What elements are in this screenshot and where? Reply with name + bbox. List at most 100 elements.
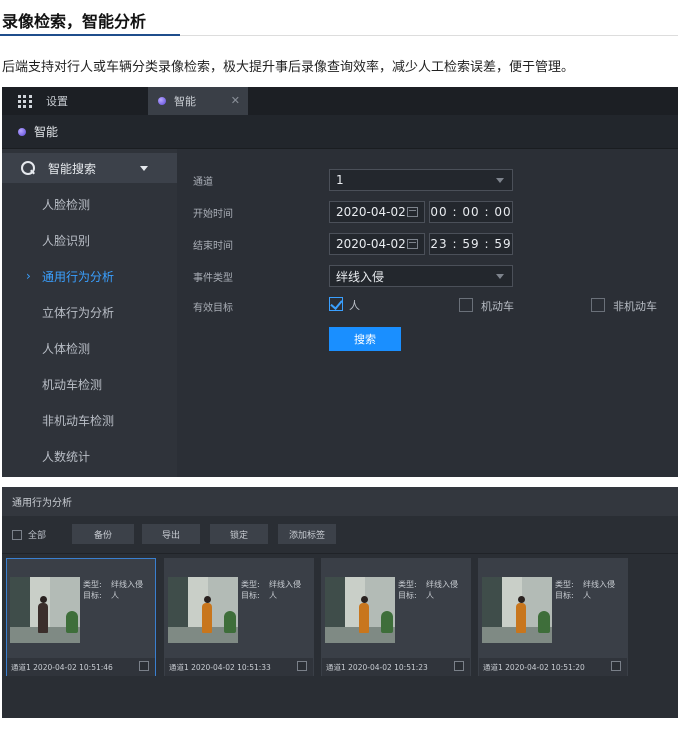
select-all-label: 全部 [28, 531, 47, 541]
sidebar-item-label: 立体行为分析 [42, 305, 115, 320]
tab-smart-label: 智能 [174, 95, 196, 108]
grid-menu-icon [18, 95, 32, 108]
article-title: 录像检索，智能分析 [2, 12, 147, 31]
card-caption: 通道1 2020-04-02 10:51:20 [479, 658, 627, 676]
target-value: 人 [111, 591, 119, 600]
target-label: 有效目标 [193, 303, 233, 314]
result-card[interactable]: 类型: 目标: 绊线入侵 人 通道1 2020-04-02 10:51:20 [478, 558, 628, 676]
card-caption: 通道1 2020-04-02 10:51:33 [165, 658, 313, 676]
card-checkbox[interactable] [139, 661, 149, 671]
sidebar-item-general-behavior[interactable]: › 通用行为分析 [2, 261, 177, 291]
smart-dot-icon [18, 127, 26, 136]
start-time-field[interactable]: 00 : 00 : 00 [429, 201, 513, 223]
end-second: 59 [494, 237, 512, 251]
card-checkbox[interactable] [611, 661, 621, 671]
snapshot-thumbnail [10, 577, 80, 643]
end-time-label: 结束时间 [193, 241, 233, 252]
sidebar-item-people-count[interactable]: 人数统计 [2, 441, 177, 471]
card-caption: 通道1 2020-04-02 10:51:23 [322, 658, 470, 676]
add-tag-button[interactable]: 添加标签 [278, 524, 336, 544]
type-key: 类型: [241, 580, 260, 589]
search-form: 通道 1 开始时间 2020-04-02 00 : 00 : 00 结束时间 2… [177, 149, 678, 477]
search-icon [20, 160, 36, 176]
target-key: 目标: [241, 591, 260, 600]
result-card[interactable]: 类型: 目标: 绊线入侵 人 通道1 2020-04-02 10:51:33 [164, 558, 314, 676]
start-second: 00 [494, 205, 512, 219]
close-icon[interactable]: ✕ [231, 94, 240, 107]
results-title: 通用行为分析 [2, 487, 678, 516]
title-underline [0, 34, 180, 36]
calendar-icon[interactable] [407, 239, 418, 249]
sidebar: 智能搜索 人脸检测 人脸识别 › 通用行为分析 立体行为分析 人体检测 机动车检… [2, 149, 177, 477]
target-person-checkbox[interactable] [329, 297, 343, 311]
result-card[interactable]: 类型: 目标: 绊线入侵 人 通道1 2020-04-02 10:51:23 [321, 558, 471, 676]
event-type-select[interactable]: 绊线入侵 [329, 265, 513, 287]
tab-smart[interactable]: 智能 ✕ [148, 87, 248, 115]
type-value: 绊线入侵 [269, 580, 301, 589]
card-caption: 通道1 2020-04-02 10:51:46 [7, 658, 155, 676]
search-button[interactable]: 搜索 [329, 327, 401, 351]
tab-settings[interactable]: 设置 [2, 87, 146, 115]
sidebar-item-label: 非机动车检测 [42, 413, 115, 428]
snapshot-thumbnail [325, 577, 395, 643]
sidebar-item-label: 人体检测 [42, 341, 91, 356]
type-value: 绊线入侵 [583, 580, 615, 589]
sidebar-item-nonvehicle-detection[interactable]: 非机动车检测 [2, 405, 177, 435]
sidebar-item-body-detection[interactable]: 人体检测 [2, 333, 177, 363]
card-checkbox[interactable] [297, 661, 307, 671]
smart-dot-icon [158, 97, 166, 105]
start-time-label: 开始时间 [193, 209, 233, 220]
sidebar-group-smart-search[interactable]: 智能搜索 [2, 153, 177, 183]
snapshot-thumbnail [168, 577, 238, 643]
chevron-down-icon [496, 178, 504, 183]
tab-settings-label: 设置 [46, 95, 68, 108]
target-value: 人 [583, 591, 591, 600]
sidebar-item-label: 人脸识别 [42, 233, 91, 248]
results-screenshot: 通用行为分析 全部 备份 导出 锁定 添加标签 类型: 目标: 绊线入侵 人 通… [2, 487, 678, 718]
card-checkbox[interactable] [454, 661, 464, 671]
sidebar-item-label: 人脸检测 [42, 197, 91, 212]
channel-select[interactable]: 1 [329, 169, 513, 191]
result-card[interactable]: 类型: 目标: 绊线入侵 人 通道1 2020-04-02 10:51:46 [6, 558, 156, 676]
lock-button[interactable]: 锁定 [210, 524, 268, 544]
target-nonvehicle-label: 非机动车 [613, 300, 657, 313]
title-divider [180, 35, 678, 36]
target-value: 人 [269, 591, 277, 600]
target-nonvehicle-checkbox[interactable] [591, 298, 605, 312]
snapshot-thumbnail [482, 577, 552, 643]
sidebar-item-stereo-behavior[interactable]: 立体行为分析 [2, 297, 177, 327]
sidebar-item-face-recognition[interactable]: 人脸识别 [2, 225, 177, 255]
type-value: 绊线入侵 [111, 580, 143, 589]
sidebar-item-label: 通用行为分析 [42, 269, 115, 284]
smart-search-screenshot: 设置 智能 ✕ 智能 智能搜索 人脸检测 人脸识别 › 通用行为分析 立体行为分… [2, 87, 678, 477]
sidebar-group-label: 智能搜索 [48, 161, 97, 176]
type-key: 类型: [83, 580, 102, 589]
channel-value: 1 [336, 173, 344, 187]
start-date-field[interactable]: 2020-04-02 [329, 201, 425, 223]
end-hour: 23 [430, 237, 448, 251]
results-toolbar: 全部 备份 导出 锁定 添加标签 [2, 516, 678, 554]
sidebar-item-label: 人数统计 [42, 449, 91, 464]
tab-bar: 设置 智能 ✕ [2, 87, 678, 115]
sidebar-item-vehicle-detection[interactable]: 机动车检测 [2, 369, 177, 399]
type-value: 绊线入侵 [426, 580, 458, 589]
event-type-value: 绊线入侵 [336, 269, 385, 284]
sidebar-item-face-detection[interactable]: 人脸检测 [2, 189, 177, 219]
type-key: 类型: [555, 580, 574, 589]
end-date-field[interactable]: 2020-04-02 [329, 233, 425, 255]
calendar-icon[interactable] [407, 207, 418, 217]
backup-button[interactable]: 备份 [72, 524, 134, 544]
target-vehicle-checkbox[interactable] [459, 298, 473, 312]
sidebar-item-label: 机动车检测 [42, 377, 103, 392]
select-all-checkbox[interactable] [12, 530, 22, 540]
chevron-right-icon: › [26, 269, 31, 283]
target-key: 目标: [398, 591, 417, 600]
start-date-value: 2020-04-02 [336, 205, 406, 219]
target-value: 人 [426, 591, 434, 600]
event-type-label: 事件类型 [193, 273, 233, 284]
page-title: 智能 [34, 125, 59, 139]
end-time-field[interactable]: 23 : 59 : 59 [429, 233, 513, 255]
export-button[interactable]: 导出 [142, 524, 200, 544]
chevron-down-icon [496, 274, 504, 279]
chevron-down-icon [140, 166, 148, 171]
